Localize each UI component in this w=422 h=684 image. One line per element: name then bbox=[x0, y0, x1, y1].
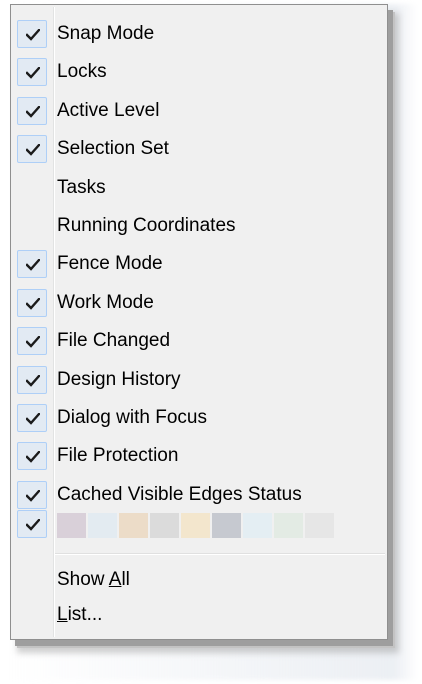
checkmark-box bbox=[17, 327, 47, 355]
menu-item[interactable]: Active Level bbox=[13, 93, 385, 129]
menu-item-label: Snap Mode bbox=[57, 23, 155, 44]
menu-item-label: Design History bbox=[57, 369, 181, 390]
status-bar-context-menu: Snap Mode Locks Active Level Selection Set T… bbox=[10, 4, 388, 640]
menu-separator bbox=[55, 553, 385, 555]
color-swatch bbox=[181, 513, 210, 538]
checkmark-box bbox=[17, 481, 47, 509]
color-swatch bbox=[274, 513, 303, 538]
check-icon bbox=[26, 259, 40, 271]
checkmark-box bbox=[17, 442, 47, 470]
show-all-label: Show All bbox=[57, 562, 130, 598]
menu-item-label: File Changed bbox=[57, 330, 171, 351]
menu-item-show-all[interactable]: Show All bbox=[13, 562, 385, 598]
checkmark-box bbox=[17, 97, 47, 125]
color-swatch bbox=[305, 513, 334, 538]
checkmark-box bbox=[17, 366, 47, 394]
color-swatch-strip bbox=[57, 513, 334, 538]
check-icon bbox=[26, 67, 40, 79]
menu-item-label: Fence Mode bbox=[57, 253, 163, 274]
list-suffix: ist... bbox=[67, 604, 103, 625]
menu-item-label: File Protection bbox=[57, 445, 179, 466]
menu-item[interactable]: Tasks bbox=[13, 170, 385, 206]
menu-item[interactable]: Design History bbox=[13, 362, 385, 398]
show-all-prefix: Show bbox=[57, 569, 109, 590]
menu-item[interactable]: Fence Mode bbox=[13, 246, 385, 282]
menu-item[interactable]: File Protection bbox=[13, 438, 385, 474]
menu-item[interactable]: Selection Set bbox=[13, 131, 385, 167]
menu-item-label: Tasks bbox=[57, 177, 106, 198]
menu-item-label: Selection Set bbox=[57, 138, 169, 159]
show-all-suffix: ll bbox=[121, 569, 130, 590]
check-icon bbox=[26, 144, 40, 156]
menu-item[interactable]: Snap Mode bbox=[13, 16, 385, 52]
check-icon bbox=[26, 298, 40, 310]
menu-item[interactable]: File Changed bbox=[13, 323, 385, 359]
check-icon bbox=[26, 451, 40, 463]
menu-item[interactable]: Locks bbox=[13, 54, 385, 90]
checkmark-box bbox=[17, 404, 47, 432]
menu-item-label: Dialog with Focus bbox=[57, 407, 207, 428]
check-icon bbox=[26, 29, 40, 41]
checkmark-box bbox=[17, 58, 47, 86]
checkmark-box bbox=[17, 20, 47, 48]
checkmark-box bbox=[17, 510, 47, 538]
check-icon bbox=[26, 519, 40, 531]
color-swatch bbox=[88, 513, 117, 538]
menu-item[interactable]: Work Mode bbox=[13, 285, 385, 321]
checkmark-box bbox=[17, 250, 47, 278]
color-swatch bbox=[119, 513, 148, 538]
menu-item-color-swatches[interactable] bbox=[13, 506, 385, 542]
screen: Snap Mode Locks Active Level Selection Set T… bbox=[0, 0, 422, 684]
check-icon bbox=[26, 413, 40, 425]
list-label: List... bbox=[57, 597, 102, 633]
color-swatch bbox=[57, 513, 86, 538]
checkmark-box bbox=[17, 135, 47, 163]
color-swatch bbox=[243, 513, 272, 538]
check-icon bbox=[26, 375, 40, 387]
checkmark-box bbox=[17, 289, 47, 317]
menu-item[interactable]: Running Coordinates bbox=[13, 208, 385, 244]
menu-item-label: Locks bbox=[57, 61, 107, 82]
show-all-mnemonic: A bbox=[108, 569, 122, 590]
menu-item-label: Work Mode bbox=[57, 292, 154, 313]
color-swatch bbox=[212, 513, 241, 538]
menu-item[interactable]: Dialog with Focus bbox=[13, 400, 385, 436]
list-mnemonic: L bbox=[57, 604, 68, 625]
color-swatch bbox=[150, 513, 179, 538]
menu-item-label: Active Level bbox=[57, 100, 160, 121]
check-icon bbox=[26, 336, 40, 348]
menu-item-label: Running Coordinates bbox=[57, 215, 236, 236]
menu-item-list[interactable]: List... bbox=[13, 597, 385, 633]
check-icon bbox=[26, 106, 40, 118]
check-icon bbox=[26, 490, 40, 502]
